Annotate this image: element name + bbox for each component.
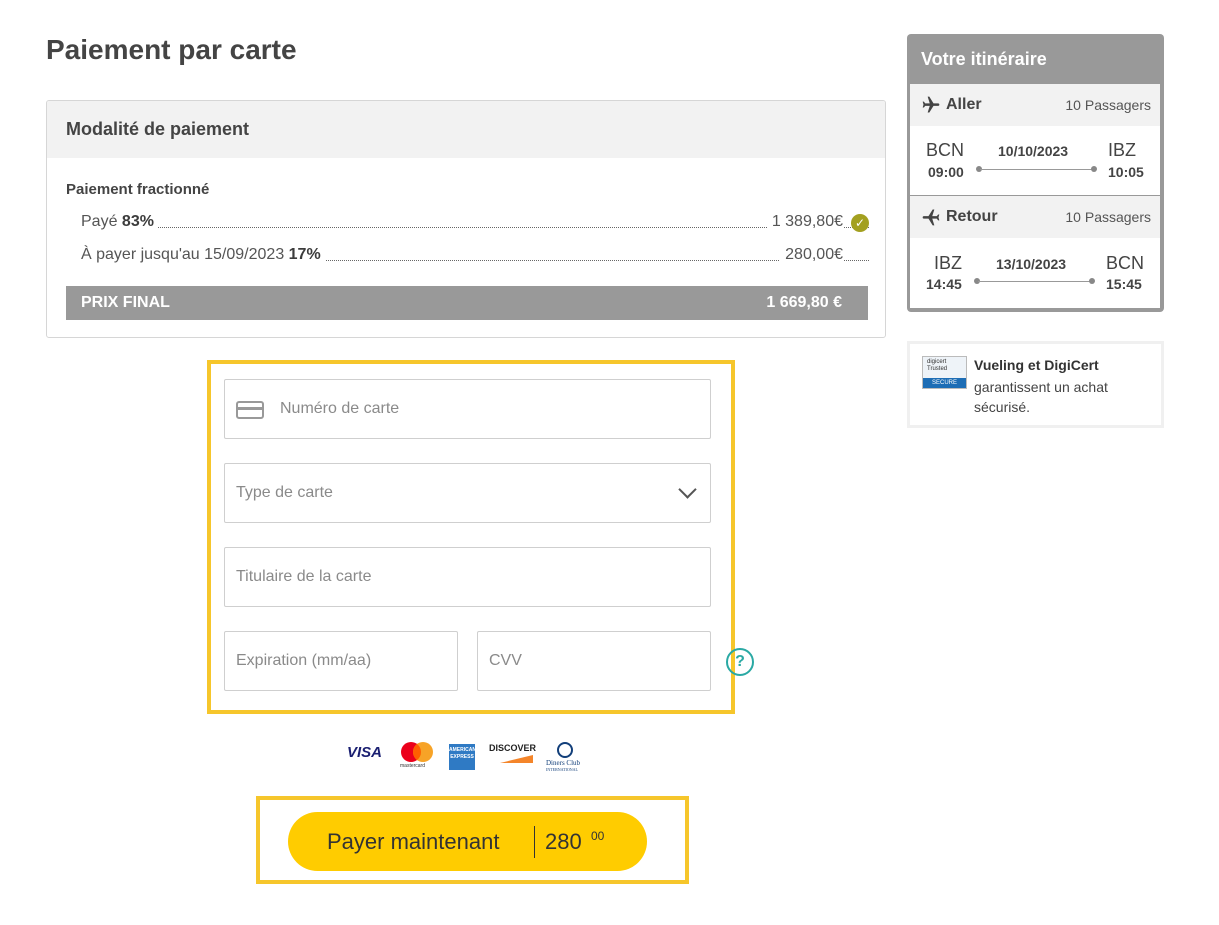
return-departure: 14:45 <box>926 276 962 292</box>
payment-modality-header: Modalité de paiement <box>47 101 885 158</box>
security-box: digicert Trusted SECURE Vueling et DigiC… <box>907 341 1164 428</box>
digicert-badge-text: digicert Trusted <box>927 359 948 372</box>
expiry-placeholder: Expiration (mm/aa) <box>236 652 372 669</box>
due-label: À payer jusqu'au 15/09/2023 <box>81 246 289 263</box>
diners-club-logo: Diners Club INTERNATIONAL <box>546 759 580 772</box>
diners-club-sub: INTERNATIONAL <box>546 767 578 772</box>
diners-club-name: Diners Club <box>546 759 581 767</box>
outbound-passengers: 10 Passagers <box>1065 97 1151 113</box>
card-holder-placeholder: Titulaire de la carte <box>236 568 372 585</box>
cvv-field[interactable]: CVV <box>477 631 711 691</box>
due-percent: 17% <box>288 246 321 263</box>
chevron-down-icon <box>678 480 697 499</box>
outbound-date: 10/10/2023 <box>998 143 1069 159</box>
plane-icon <box>922 209 940 226</box>
mastercard-circles-icon <box>401 742 433 762</box>
card-number-field[interactable]: Numéro de carte <box>224 379 711 439</box>
card-number-placeholder: Numéro de carte <box>280 400 400 417</box>
credit-card-icon <box>236 401 264 419</box>
route-dot <box>1089 278 1095 284</box>
discover-swoosh <box>500 755 533 763</box>
cvv-placeholder: CVV <box>489 652 522 669</box>
paid-amount: 1 389,80€ <box>766 213 843 231</box>
check-icon: ✓ <box>851 214 869 232</box>
dotted-leader <box>81 227 869 228</box>
outbound-from: BCN <box>926 140 965 160</box>
route-dot <box>1091 166 1097 172</box>
card-holder-field[interactable]: Titulaire de la carte <box>224 547 711 607</box>
outbound-to: IBZ <box>1108 140 1137 160</box>
outbound-label: Aller <box>946 96 982 113</box>
due-amount: 280,00€ <box>780 246 843 264</box>
return-arrival: 15:45 <box>1106 276 1142 292</box>
discover-logo: DISCOVER <box>489 743 537 753</box>
security-title: Vueling et DigiCert <box>974 357 1099 373</box>
expiry-field[interactable]: Expiration (mm/aa) <box>224 631 458 691</box>
return-label: Retour <box>946 208 998 225</box>
itinerary-title: Votre itinéraire <box>921 49 1047 69</box>
digicert-badge: digicert Trusted SECURE <box>922 356 967 389</box>
route-line <box>980 169 1094 170</box>
diners-club-icon <box>557 742 573 758</box>
outbound-departure: 09:00 <box>928 164 964 180</box>
security-text: garantissent un achat sécurisé. <box>974 379 1108 415</box>
mastercard-text: mastercard <box>400 763 426 769</box>
pay-now-button[interactable]: Payer maintenant 280 00 <box>288 812 647 871</box>
outbound-header: Aller 10 Passagers <box>910 84 1160 126</box>
paid-row: Payé 83% 1 389,80€ ✓ <box>81 213 869 233</box>
return-from: IBZ <box>934 253 963 273</box>
paid-percent: 83% <box>121 213 154 230</box>
page-title: Paiement par carte <box>46 34 297 65</box>
pay-divider <box>534 826 535 858</box>
due-row: À payer jusqu'au 15/09/2023 17% 280,00€ <box>81 246 869 266</box>
visa-logo: VISA <box>347 744 383 761</box>
pay-now-label: Payer maintenant <box>327 829 500 854</box>
help-icon[interactable]: ? <box>726 648 754 676</box>
itinerary-panel: Votre itinéraire Aller 10 Passagers BCN … <box>907 34 1164 312</box>
pay-amount: 280 <box>545 829 582 854</box>
outbound-body: BCN 09:00 10/10/2023 IBZ 10:05 <box>910 126 1160 195</box>
paid-label: Payé <box>81 213 122 230</box>
amex-logo: AMERICAN EXPRESS <box>449 744 476 770</box>
route-line <box>978 281 1092 282</box>
outbound-arrival: 10:05 <box>1108 164 1144 180</box>
return-body: IBZ 14:45 13/10/2023 BCN 15:45 <box>910 238 1160 308</box>
pay-cents: 00 <box>591 829 605 843</box>
return-header: Retour 10 Passagers <box>910 196 1160 238</box>
return-to: BCN <box>1106 253 1145 273</box>
payment-modality-card: Modalité de paiement Paiement fractionné… <box>46 100 886 338</box>
digicert-secure-label: SECURE <box>923 378 966 388</box>
payment-modality-title: Modalité de paiement <box>66 119 250 139</box>
return-passengers: 10 Passagers <box>1065 209 1151 225</box>
split-payment-title: Paiement fractionné <box>66 181 210 198</box>
final-price-amount: 1 669,80 € <box>766 294 842 311</box>
card-type-select[interactable]: Type de carte <box>224 463 711 523</box>
return-date: 13/10/2023 <box>996 256 1067 272</box>
mastercard-logo: mastercard <box>399 741 435 771</box>
final-price-bar: PRIX FINAL 1 669,80 € <box>66 286 868 320</box>
final-price-label: PRIX FINAL <box>81 294 170 311</box>
plane-icon <box>922 96 940 113</box>
card-type-placeholder: Type de carte <box>236 484 333 501</box>
